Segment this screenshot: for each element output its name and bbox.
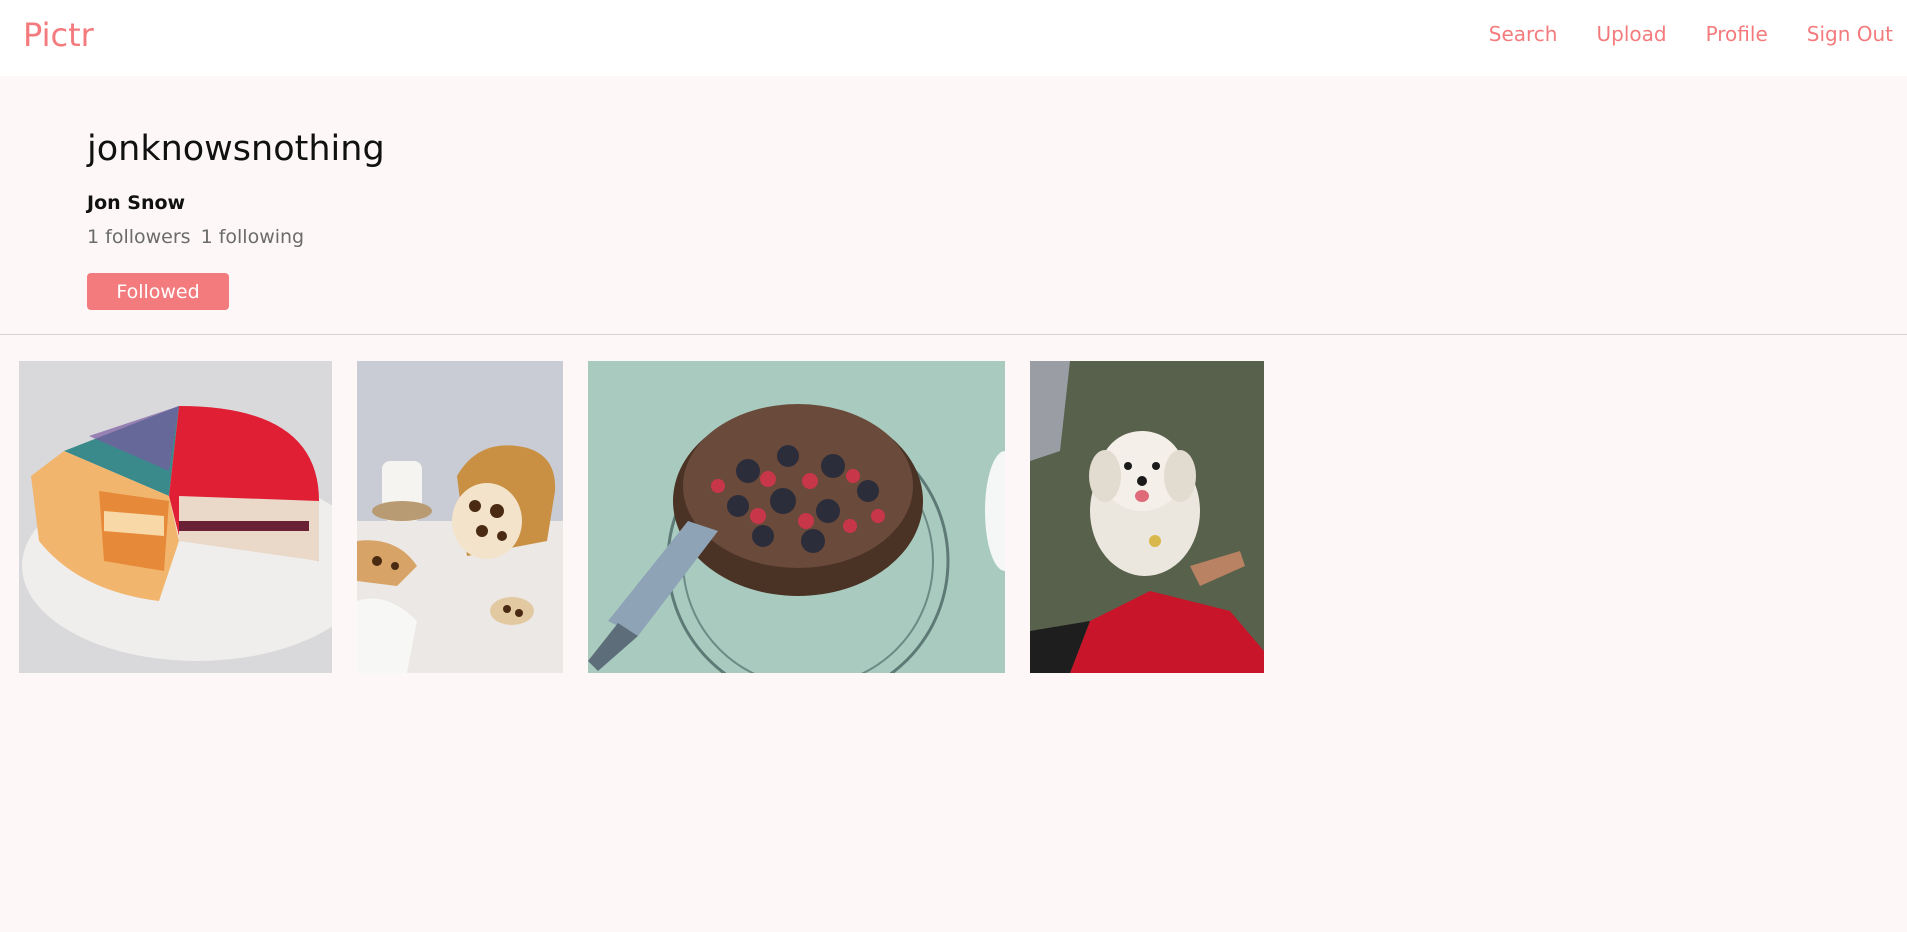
brand-logo[interactable]: Pictr <box>23 16 94 54</box>
nav-profile-link[interactable]: Profile <box>1706 22 1768 46</box>
divider <box>0 334 1907 335</box>
cake-slice-photo <box>19 361 332 673</box>
profile-stats: 1 followers 1 following <box>87 226 385 248</box>
followers-count[interactable]: 1 followers <box>87 226 191 248</box>
nav-search-link[interactable]: Search <box>1489 22 1558 46</box>
following-count[interactable]: 1 following <box>201 226 305 248</box>
nav-links: Search Upload Profile Sign Out <box>1489 22 1907 46</box>
follow-button[interactable]: Followed <box>87 273 229 310</box>
profile-username: jonknowsnothing <box>87 129 385 169</box>
photo-thumbnail-tart[interactable] <box>588 361 1005 673</box>
photo-thumbnail-cake[interactable] <box>19 361 332 673</box>
photo-thumbnail-dog[interactable] <box>1030 361 1264 673</box>
nav-signout-link[interactable]: Sign Out <box>1807 22 1893 46</box>
berry-tart-photo <box>588 361 1005 673</box>
leopard-bread-photo <box>357 361 563 673</box>
nav-upload-link[interactable]: Upload <box>1596 22 1666 46</box>
navbar: Pictr Search Upload Profile Sign Out <box>0 0 1907 76</box>
profile-header: jonknowsnothing Jon Snow 1 followers 1 fo… <box>87 126 385 248</box>
profile-full-name: Jon Snow <box>87 192 186 214</box>
photo-thumbnail-bread[interactable] <box>357 361 563 673</box>
dog-photo <box>1030 361 1264 673</box>
